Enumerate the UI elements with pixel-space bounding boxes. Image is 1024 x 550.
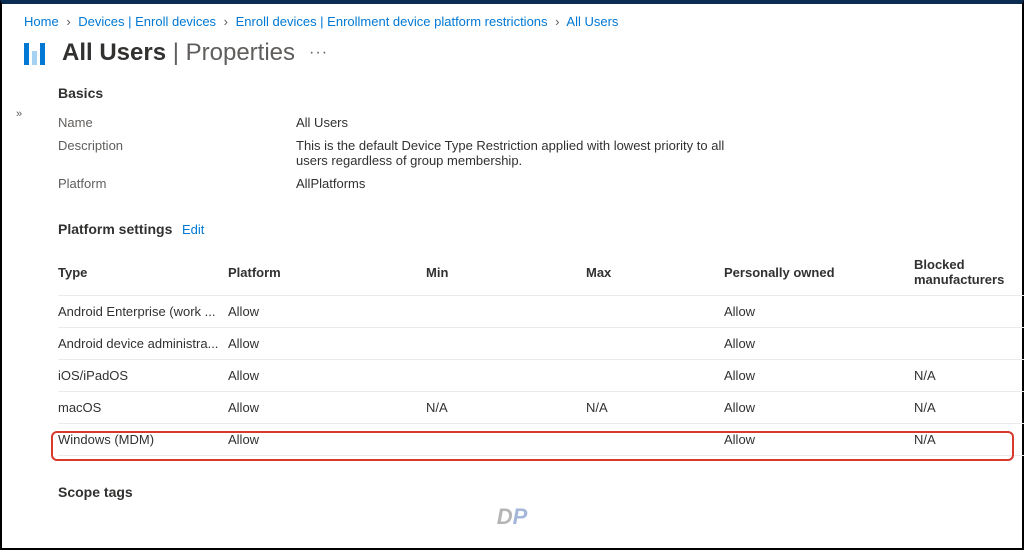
cell-bm: N/A	[914, 360, 1024, 392]
breadcrumb-restrictions[interactable]: Enroll devices | Enrollment device platf…	[236, 14, 548, 29]
cell-po: Allow	[724, 360, 914, 392]
breadcrumb-allusers[interactable]: All Users	[566, 14, 618, 29]
cell-max	[586, 360, 724, 392]
cell-po: Allow	[724, 328, 914, 360]
basics-desc-row: Description This is the default Device T…	[58, 138, 1000, 168]
breadcrumb: Home › Devices | Enroll devices › Enroll…	[2, 4, 1022, 35]
cell-platform: Allow	[228, 328, 426, 360]
cell-min	[426, 360, 586, 392]
cell-max	[586, 328, 724, 360]
col-type[interactable]: Type	[58, 249, 228, 296]
cell-bm: N/A	[914, 424, 1024, 456]
watermark-p: P	[513, 504, 528, 529]
scope-tags-heading: Scope tags	[58, 484, 1000, 500]
breadcrumb-home[interactable]: Home	[24, 14, 59, 29]
platform-settings-heading: Platform settings	[58, 221, 172, 237]
cell-platform: Allow	[228, 360, 426, 392]
cell-bm	[914, 328, 1024, 360]
table-row[interactable]: Android Enterprise (work ...AllowAllow	[58, 296, 1024, 328]
cell-min	[426, 296, 586, 328]
more-button[interactable]: ···	[309, 44, 328, 62]
basics-platform-label: Platform	[58, 176, 296, 191]
cell-type: Android Enterprise (work ...	[58, 296, 228, 328]
watermark-d: D	[497, 504, 513, 529]
cell-platform: Allow	[228, 296, 426, 328]
cell-platform: Allow	[228, 424, 426, 456]
cell-max	[586, 424, 724, 456]
cell-max	[586, 296, 724, 328]
basics-platform-row: Platform AllPlatforms	[58, 176, 1000, 191]
title-main: All Users	[62, 39, 166, 66]
cell-type: Android device administra...	[58, 328, 228, 360]
cell-type: macOS	[58, 392, 228, 424]
cell-po: Allow	[724, 392, 914, 424]
col-max[interactable]: Max	[586, 249, 724, 296]
breadcrumb-devices[interactable]: Devices | Enroll devices	[78, 14, 216, 29]
platform-settings-table: Type Platform Min Max Personally owned B…	[58, 249, 1024, 456]
cell-type: Windows (MDM)	[58, 424, 228, 456]
table-header-row: Type Platform Min Max Personally owned B…	[58, 249, 1024, 296]
content-area: Basics Name All Users Description This i…	[2, 85, 1022, 500]
page-header: All Users | Properties ···	[2, 35, 1022, 85]
col-po[interactable]: Personally owned	[724, 249, 914, 296]
col-platform[interactable]: Platform	[228, 249, 426, 296]
edit-platform-settings-link[interactable]: Edit	[182, 222, 204, 237]
cell-max: N/A	[586, 392, 724, 424]
watermark: DP	[497, 504, 528, 530]
policy-icon	[24, 41, 52, 65]
cell-bm	[914, 296, 1024, 328]
basics-name-row: Name All Users	[58, 115, 1000, 130]
cell-min: N/A	[426, 392, 586, 424]
cell-platform: Allow	[228, 392, 426, 424]
cell-po: Allow	[724, 424, 914, 456]
basics-name-label: Name	[58, 115, 296, 130]
chevron-right-icon: ›	[224, 14, 228, 29]
basics-desc-value: This is the default Device Type Restrict…	[296, 138, 756, 168]
chevron-right-icon: ›	[66, 14, 70, 29]
cell-po: Allow	[724, 296, 914, 328]
col-min[interactable]: Min	[426, 249, 586, 296]
basics-name-value: All Users	[296, 115, 348, 130]
expand-nav-button[interactable]: »	[16, 108, 22, 120]
table-row[interactable]: Windows (MDM)AllowAllowN/A	[58, 424, 1024, 456]
table-row[interactable]: macOSAllowN/AN/AAllowN/A	[58, 392, 1024, 424]
table-row[interactable]: Android device administra...AllowAllow	[58, 328, 1024, 360]
basics-heading: Basics	[58, 85, 1000, 101]
table-row[interactable]: iOS/iPadOSAllowAllowN/A	[58, 360, 1024, 392]
basics-platform-value: AllPlatforms	[296, 176, 365, 191]
cell-type: iOS/iPadOS	[58, 360, 228, 392]
cell-min	[426, 424, 586, 456]
chevron-right-icon: ›	[555, 14, 559, 29]
cell-min	[426, 328, 586, 360]
basics-desc-label: Description	[58, 138, 296, 168]
title-separator: |	[173, 39, 186, 66]
cell-bm: N/A	[914, 392, 1024, 424]
title-sub: Properties	[186, 39, 295, 66]
col-bm[interactable]: Blocked manufacturers	[914, 249, 1024, 296]
page-title: All Users | Properties	[62, 39, 295, 67]
